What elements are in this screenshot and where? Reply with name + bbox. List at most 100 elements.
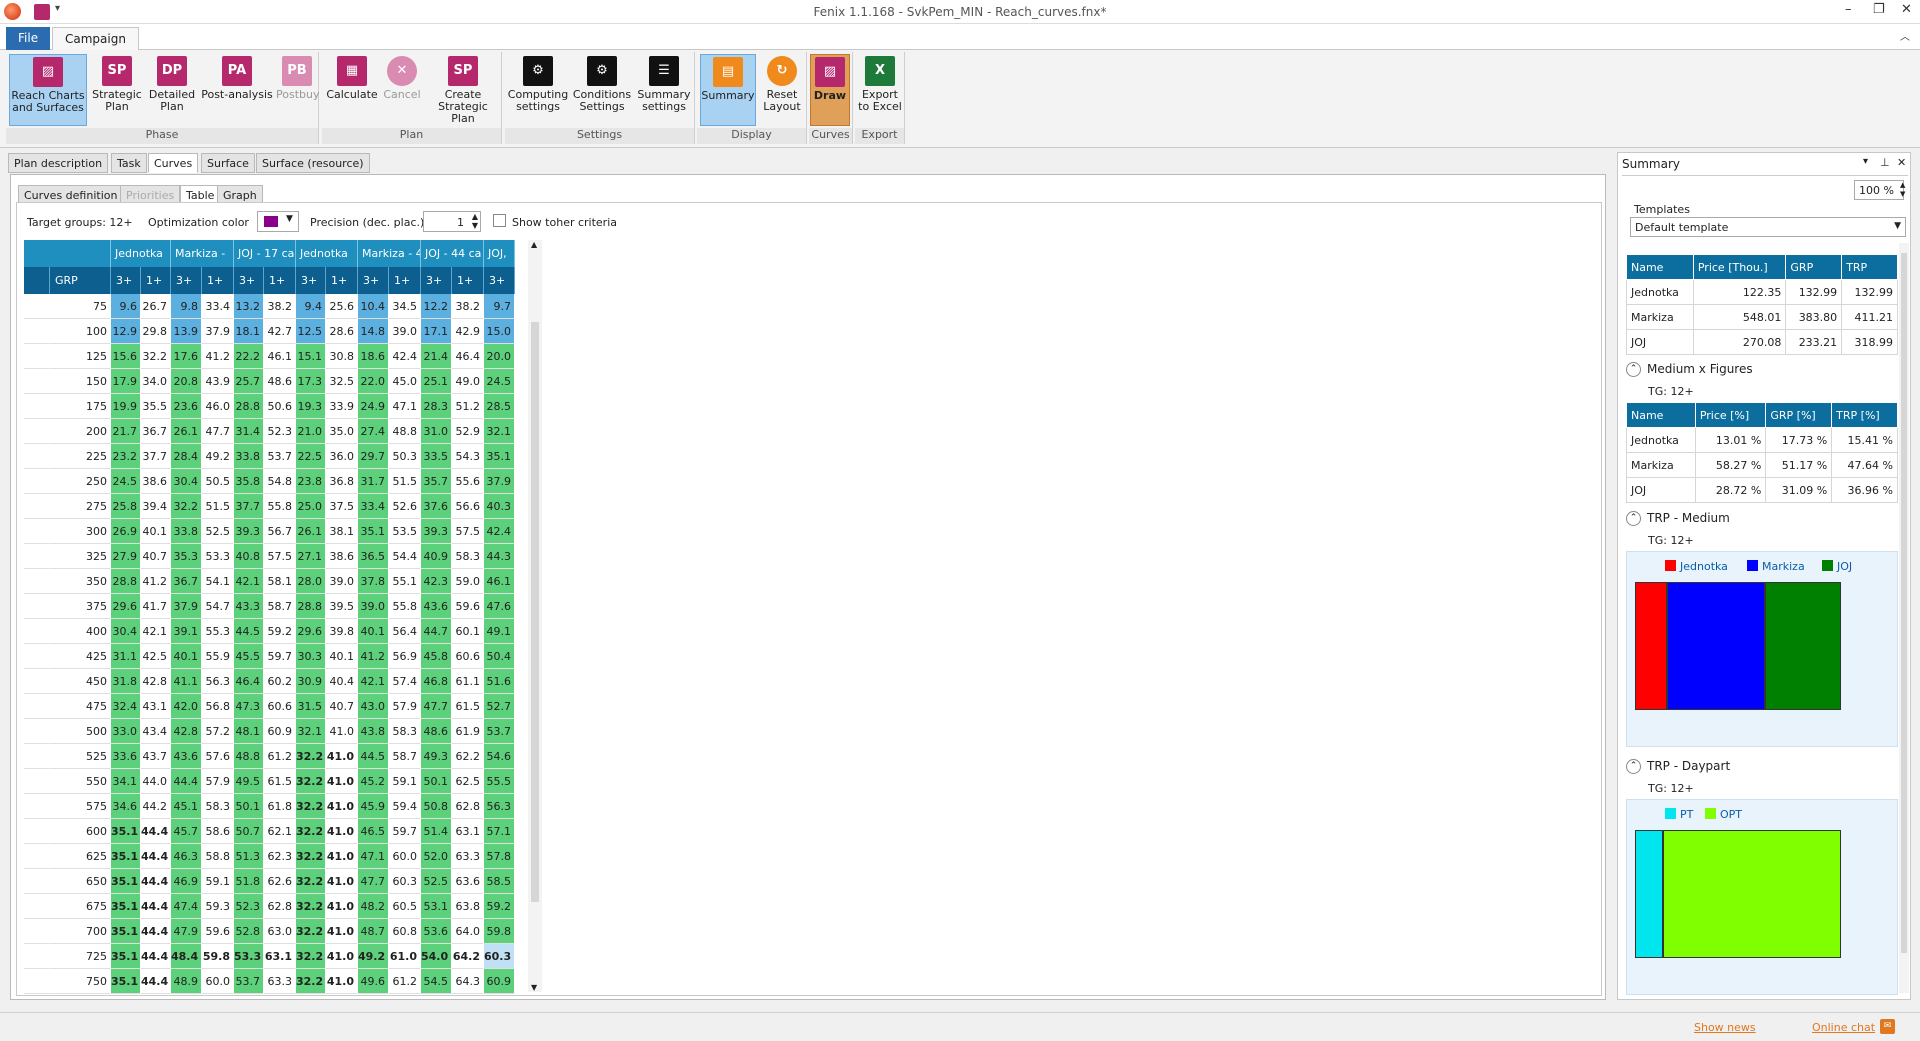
summary-settings-button[interactable]: ☰ Summary settings — [635, 54, 693, 126]
grp-value: 175 — [50, 394, 111, 419]
show-news-link[interactable]: Show news — [1694, 1021, 1756, 1034]
tab-surface[interactable]: Surface — [201, 153, 255, 173]
reach-cell: 37.8 — [358, 569, 389, 594]
reach-cell: 60.1 — [452, 619, 484, 644]
grp-value: 550 — [50, 769, 111, 794]
reach-cell: 46.8 — [421, 669, 452, 694]
column-header[interactable]: TRP — [1841, 254, 1898, 280]
tab-task[interactable]: Task — [111, 153, 147, 173]
close-icon[interactable]: ✕ — [1901, 2, 1912, 17]
reach-cell: 51.6 — [484, 669, 515, 694]
column-header[interactable]: Name — [1626, 402, 1696, 428]
zoom-stepper[interactable]: 100 % — [1854, 180, 1904, 200]
tab-curves[interactable]: Curves — [148, 153, 199, 173]
strategic-plan-button[interactable]: SP Strategic Plan — [90, 54, 144, 126]
cancel-button[interactable]: ✕ Cancel — [380, 54, 424, 126]
reach-cell: 26.9 — [111, 519, 141, 544]
reach-cell: 60.0 — [202, 969, 234, 994]
reset-layout-button[interactable]: ↻ Reset Layout — [759, 54, 805, 126]
trp-daypart-section[interactable]: ⌃ TRP - Daypart — [1626, 759, 1730, 774]
reach-cell: 31.8 — [111, 669, 141, 694]
reach-cell: 25.8 — [111, 494, 141, 519]
collapse-icon[interactable]: ⌃ — [1626, 362, 1641, 377]
reach-cell: 15.1 — [296, 344, 326, 369]
column-header[interactable]: GRP — [1785, 254, 1843, 280]
summary-title: Summary — [1622, 157, 1680, 171]
summary-button[interactable]: ▤ Summary — [700, 54, 756, 126]
reach-cell: 45.5 — [234, 644, 264, 669]
minimize-icon[interactable]: – — [1845, 2, 1852, 17]
reach-cell: 49.2 — [358, 944, 389, 969]
collapse-icon[interactable]: ⌃ — [1626, 759, 1641, 774]
chevron-down-icon[interactable]: ▾ — [1863, 156, 1868, 167]
postbuy-button[interactable]: PB Postbuy — [276, 54, 319, 126]
column-header[interactable]: GRP [%] — [1765, 402, 1833, 428]
conditions-settings-button[interactable]: ⚙ Conditions Settings — [571, 54, 633, 126]
legend-item: PT — [1665, 808, 1693, 821]
legend-swatch — [1665, 560, 1676, 571]
create-strategic-plan-button[interactable]: SP Create Strategic Plan — [426, 54, 500, 126]
reach-cell: 54.1 — [202, 569, 234, 594]
medium-figures-section[interactable]: ⌃ Medium x Figures — [1626, 362, 1753, 377]
calculate-button[interactable]: ▦ Calculate — [326, 54, 378, 126]
online-chat-link[interactable]: Online chat — [1812, 1021, 1875, 1034]
template-select[interactable]: Default template ▼ — [1630, 217, 1906, 237]
optimization-color-picker[interactable]: ▼ — [257, 211, 299, 232]
export-excel-button[interactable]: X Export to Excel — [856, 54, 904, 126]
row-value: 548.01 — [1692, 304, 1787, 330]
tab-plan-description[interactable]: Plan description — [8, 153, 109, 173]
reach-cell: 41.0 — [326, 744, 358, 769]
campaign-tab[interactable]: Campaign — [52, 27, 139, 50]
reach-cell: 32.2 — [296, 819, 326, 844]
table-scrollbar[interactable]: ▲ ▼ — [528, 240, 542, 992]
scroll-thumb[interactable] — [531, 322, 539, 902]
stepper-arrows-icon[interactable]: ▲ ▼ — [472, 212, 478, 230]
collapse-ribbon-icon[interactable]: ︿ — [1900, 28, 1910, 43]
reach-cell: 23.6 — [171, 394, 202, 419]
reach-charts-button[interactable]: ▨ Reach Charts and Surfaces — [9, 54, 87, 126]
scroll-down-icon[interactable]: ▼ — [531, 983, 537, 992]
column-header[interactable]: Price [Thou.] — [1692, 254, 1787, 280]
close-icon[interactable]: ✕ — [1897, 156, 1906, 169]
gear-icon: ⚙ — [523, 56, 553, 86]
post-analysis-button[interactable]: PA Post-analysis — [200, 54, 274, 126]
reach-cell: 48.1 — [234, 719, 264, 744]
show-other-criteria-checkbox[interactable] — [493, 214, 506, 227]
restore-icon[interactable]: ❐ — [1873, 2, 1885, 17]
file-tab[interactable]: File — [6, 27, 51, 50]
target-groups-label: Target groups: 12+ — [27, 216, 133, 229]
tab-surface-resource[interactable]: Surface (resource) — [256, 153, 370, 173]
reach-cell: 32.2 — [171, 494, 202, 519]
reach-cell: 56.7 — [264, 519, 296, 544]
row-name: JOJ — [1626, 329, 1694, 355]
reach-cell: 35.1 — [484, 444, 515, 469]
detailed-plan-button[interactable]: DP Detailed Plan — [146, 54, 198, 126]
row-value: 13.01 % — [1694, 427, 1767, 453]
computing-settings-button[interactable]: ⚙ Computing settings — [507, 54, 569, 126]
column-header[interactable]: Name — [1626, 254, 1694, 280]
settings-group: ⚙ Computing settings ⚙ Conditions Settings… — [505, 52, 695, 144]
summary-scrollbar[interactable] — [1899, 243, 1909, 993]
scroll-up-icon[interactable]: ▲ — [531, 240, 537, 249]
reach-cell: 32.1 — [296, 719, 326, 744]
collapse-icon[interactable]: ⌃ — [1626, 511, 1641, 526]
summary-scroll-thumb[interactable] — [1901, 253, 1907, 953]
row-selector — [24, 394, 50, 419]
pin-icon[interactable]: ⊥ — [1880, 156, 1890, 169]
column-header[interactable]: TRP [%] — [1831, 402, 1898, 428]
column-header[interactable]: Price [%] — [1694, 402, 1767, 428]
reach-cell: 61.8 — [264, 794, 296, 819]
reach-cell: 27.9 — [111, 544, 141, 569]
trp-medium-section[interactable]: ⌃ TRP - Medium — [1626, 511, 1730, 526]
zoom-arrows-icon[interactable]: ▲ ▼ — [1900, 181, 1905, 199]
grp-value: 475 — [50, 694, 111, 719]
precision-stepper[interactable]: 1 ▲ ▼ — [423, 211, 481, 232]
reach-cell: 39.3 — [421, 519, 452, 544]
optimization-color-label: Optimization color — [148, 216, 249, 229]
row-selector — [24, 594, 50, 619]
pa-icon: PA — [222, 56, 252, 86]
draw-button[interactable]: ▨ Draw — [810, 54, 850, 126]
chat-icon[interactable]: ✉ — [1880, 1019, 1895, 1034]
reach-cell: 59.2 — [264, 619, 296, 644]
reach-cell: 60.9 — [264, 719, 296, 744]
